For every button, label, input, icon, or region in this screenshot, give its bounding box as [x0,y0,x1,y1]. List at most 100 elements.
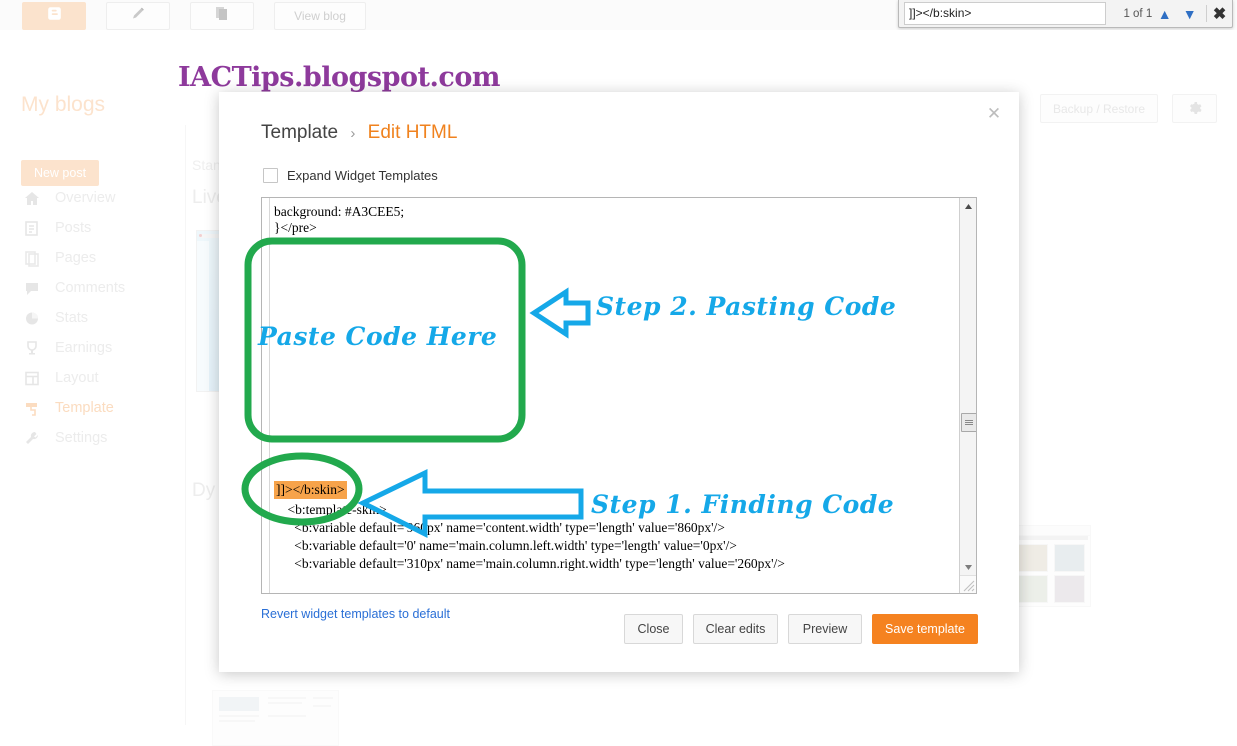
html-code-editor[interactable]: background: #A3CEE5; }</pre> ]]></b:skin… [261,197,977,594]
thumbnail-line [219,720,255,722]
find-match-count: 1 of 1 [1123,7,1153,20]
scroll-up-icon[interactable] [960,198,976,215]
sidebar-item-label: Template [55,400,114,416]
thumbnail-line [268,702,302,704]
browser-find-bar[interactable]: ]]></b:skin> 1 of 1 ▲ ▼ ✖ [898,0,1233,28]
scroll-down-icon[interactable] [960,559,976,576]
sidebar-item-label: Pages [55,250,97,266]
thumbnail-header [1014,526,1090,536]
breadcrumb-separator: › [350,125,356,142]
find-previous-icon[interactable]: ▲ [1152,6,1177,22]
close-button[interactable]: Close [624,614,683,644]
sidebar-item-settings[interactable]: Settings [21,423,211,453]
pie-chart-icon [21,308,43,328]
sidebar-item-posts[interactable]: Posts [21,213,211,243]
preview-button[interactable]: Preview [788,614,862,644]
background-section-dynamic: Dy [192,480,216,501]
sidebar-item-label: Settings [55,430,108,446]
thumbnail-line [313,705,331,707]
expand-widget-templates-checkbox[interactable] [263,168,278,183]
clear-edits-button[interactable]: Clear edits [693,614,778,644]
expand-widget-templates-label: Expand Widget Templates [287,168,438,183]
home-icon [21,188,43,208]
sidebar-item-stats[interactable]: Stats [21,303,211,333]
sidebar-item-overview[interactable]: Overview [21,183,211,213]
settings-gear-button[interactable] [1172,94,1217,123]
sidebar-item-label: Stats [55,310,89,326]
thumbnail-line [313,697,333,699]
editor-gutter-line [269,198,270,593]
revert-widget-templates-link[interactable]: Revert widget templates to default [261,607,450,621]
sidebar-item-earnings[interactable]: Earnings [21,333,211,363]
thumbnail-line [268,697,306,699]
close-button-label: Close [637,622,670,636]
sidebar-item-label: Earnings [55,340,113,356]
watermark-text: IACTips.blogspot.com [178,62,500,93]
find-input[interactable]: ]]></b:skin> [904,2,1106,25]
thumbnail-bar [1016,536,1088,540]
sidebar-item-layout[interactable]: Layout [21,363,211,393]
highlighted-search-match: ]]></b:skin> [274,481,347,499]
thumbnail-image [1017,544,1048,572]
preview-dot [199,234,202,237]
blogger-logo-icon [46,5,63,27]
new-post-button[interactable] [106,2,170,30]
trophy-icon [21,338,43,358]
save-template-label: Save template [885,622,965,636]
editor-scrollbar[interactable] [959,198,976,593]
thumbnail-image [219,697,259,711]
thumbnail-line [219,715,259,717]
background-section-standard: Stan [192,157,221,173]
sidebar-item-label: Comments [55,280,126,296]
expand-widget-templates-row[interactable]: Expand Widget Templates [263,168,438,183]
thumbnail-image [1054,575,1085,603]
backup-restore-button[interactable]: Backup / Restore [1040,94,1158,123]
breadcrumb-current: Edit HTML [367,122,458,143]
preview-column [197,241,209,391]
edit-html-dialog: ✕ Template › Edit HTML Expand Widget Tem… [219,92,1019,672]
wrench-icon [21,428,43,448]
code-line: <b:template-skin> [274,502,387,517]
code-line: }</pre> [274,220,317,235]
sidebar-item-label: Overview [55,190,116,206]
scrollbar-thumb[interactable] [961,413,976,432]
thumbnail-line [268,715,306,717]
pages-icon [214,5,230,27]
new-post-label: New post [33,166,87,180]
template-thumbnail-bottom[interactable] [212,690,339,746]
code-line: <b:variable default='310px' name='main.c… [274,556,785,571]
sidebar-item-pages[interactable]: Pages [21,243,211,273]
thumbnail-image [1054,544,1085,572]
sidebar-item-label: Layout [55,370,99,386]
paint-roller-icon [21,398,43,418]
backup-restore-label: Backup / Restore [1052,101,1146,116]
code-line: background: #A3CEE5; [274,204,405,219]
posts-icon [21,218,43,238]
thumbnail-image [1017,575,1048,603]
pencil-icon [130,5,147,27]
pages-icon [21,248,43,268]
save-template-button[interactable]: Save template [872,614,978,644]
close-icon[interactable]: ✕ [985,105,1003,123]
sidebar-item-template[interactable]: Template [21,393,211,423]
gear-icon [1187,99,1202,119]
code-line: <b:variable default='0' name='main.colum… [274,538,737,553]
clear-edits-label: Clear edits [705,622,766,636]
sidebar-item-label: Posts [55,220,92,236]
blogger-logo-button[interactable] [22,2,86,30]
view-blog-button[interactable]: View blog [274,2,366,30]
preview-label: Preview [802,622,848,636]
breadcrumb: Template › Edit HTML [261,122,457,144]
comment-icon [21,278,43,298]
resize-grip-icon[interactable] [960,575,976,593]
my-blogs-label: My blogs [21,93,106,116]
sidebar-item-comments[interactable]: Comments [21,273,211,303]
code-line: <b:variable default='960px' name='conten… [274,520,725,535]
view-blog-label: View blog [294,9,346,23]
find-close-icon[interactable]: ✖ [1207,4,1232,24]
template-thumbnail-right[interactable] [1013,525,1091,607]
layout-icon [21,368,43,388]
find-next-icon[interactable]: ▼ [1177,6,1202,22]
posts-list-button[interactable] [190,2,254,30]
breadcrumb-root[interactable]: Template [261,122,338,143]
